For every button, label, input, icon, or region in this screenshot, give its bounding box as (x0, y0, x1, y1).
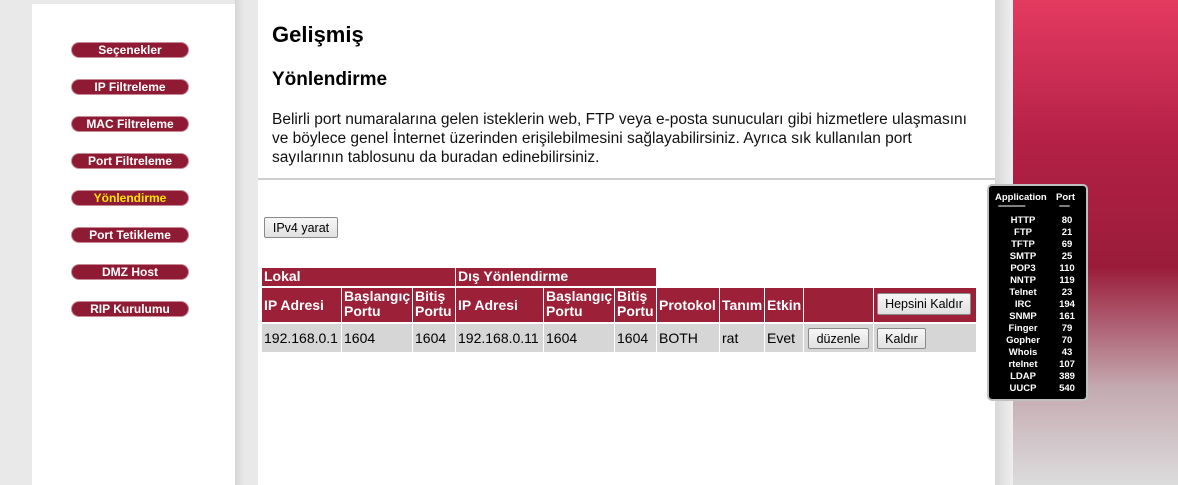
port-ref-row: Finger 79 (989, 323, 1086, 335)
port-ref-row: UUCP 540 (989, 383, 1086, 395)
nav-port-filtreleme[interactable]: Port Filtreleme (72, 154, 188, 168)
port-ref-port: 23 (1061, 287, 1073, 298)
nav-dmz-host[interactable]: DMZ Host (72, 265, 188, 279)
port-ref-row: POP3 110 (989, 263, 1086, 275)
port-ref-port: 194 (1059, 299, 1075, 310)
port-ref-dash-app: ---------------- (998, 201, 1026, 210)
port-ref-port: 540 (1059, 383, 1075, 394)
col-header-description: Tanım (720, 288, 764, 322)
col-header-external-start-port: Başlangıç Portu (544, 288, 614, 322)
nav-port-tetikleme[interactable]: Port Tetikleme (72, 228, 188, 242)
col-header-edit (804, 288, 873, 322)
port-ref-row: FTP 21 (989, 227, 1086, 239)
section-description: Belirli port numaralarına gelen istekler… (272, 111, 967, 166)
port-ref-row: Gopher 70 (989, 335, 1086, 347)
left-nav-panel (32, 4, 235, 485)
port-ref-app: SMTP (1009, 251, 1037, 262)
col-header-external-end-port: Bitiş Portu (615, 288, 656, 322)
remove-button[interactable]: Kaldır (877, 328, 926, 349)
nav-rip-kurulumu[interactable]: RIP Kurulumu (72, 302, 188, 316)
port-ref-row: SMTP 25 (989, 251, 1086, 263)
port-ref-port: 110 (1059, 263, 1075, 274)
port-ref-row: NNTP 119 (989, 275, 1086, 287)
row-external-end-port: 1604 (615, 324, 656, 352)
col-header-end-port: Bitiş Portu (413, 288, 455, 322)
nav-ip-filtreleme[interactable]: IP Filtreleme (72, 80, 188, 94)
group-header-local: Lokal (262, 268, 455, 286)
col-header-start-port: Başlangıç Portu (342, 288, 412, 322)
port-ref-port: 79 (1061, 323, 1073, 334)
row-external-start-port: 1604 (544, 324, 614, 352)
row-start-port: 1604 (342, 324, 412, 352)
remove-all-button[interactable]: Hepsini Kaldır (877, 293, 971, 315)
port-ref-port: 107 (1059, 359, 1075, 370)
ipv4-create-button[interactable]: IPv4 yarat (264, 217, 338, 238)
port-ref-port: 119 (1059, 275, 1075, 286)
port-ref-app: FTP (1014, 227, 1032, 238)
nav-secenekler[interactable]: Seçenekler (72, 43, 188, 57)
port-ref-row: Telnet 23 (989, 287, 1086, 299)
port-ref-app: Whois (1008, 347, 1038, 358)
edit-button[interactable]: düzenle (808, 328, 869, 349)
port-ref-port: 80 (1061, 215, 1073, 226)
group-header-external: Dış Yönlendirme (456, 268, 656, 286)
port-ref-app: IRC (1014, 299, 1032, 310)
col-header-protocol: Protokol (657, 288, 719, 322)
port-ref-app: Finger (1008, 323, 1038, 334)
port-ref-row: HTTP 80 (989, 215, 1086, 227)
port-ref-app: Telnet (1009, 287, 1037, 298)
port-ref-port: 389 (1059, 371, 1075, 382)
port-reference-box: Application Port ---------------- ------… (987, 184, 1088, 401)
row-description: rat (720, 324, 764, 352)
nav-yonlendirme[interactable]: Yönlendirme (72, 191, 188, 205)
port-ref-dash-port: ------ (1059, 201, 1070, 210)
page-title: Gelişmiş (272, 22, 364, 47)
port-ref-app: rtelnet (1008, 359, 1038, 370)
port-ref-row: TFTP 69 (989, 239, 1086, 251)
port-ref-port: 21 (1061, 227, 1073, 238)
nav-mac-filtreleme[interactable]: MAC Filtreleme (72, 117, 188, 131)
port-ref-port: 70 (1061, 335, 1073, 346)
col-header-external-ip: IP Adresi (456, 288, 543, 322)
port-ref-row: Whois 43 (989, 347, 1086, 359)
left-panel-shadow (235, 0, 245, 485)
port-ref-port: 161 (1059, 311, 1075, 322)
port-ref-row: rtelnet 107 (989, 359, 1086, 371)
col-header-enabled: Etkin (765, 288, 803, 322)
port-ref-app: Gopher (1006, 335, 1040, 346)
port-ref-row: IRC 194 (989, 299, 1086, 311)
port-ref-app: TFTP (1011, 239, 1035, 250)
row-enabled: Evet (765, 324, 803, 352)
port-ref-port: 43 (1061, 347, 1073, 358)
port-ref-row: LDAP 389 (989, 371, 1086, 383)
port-ref-port: 69 (1061, 239, 1073, 250)
port-ref-app: HTTP (1010, 215, 1036, 226)
port-ref-app: UUCP (1009, 383, 1037, 394)
row-ip: 192.168.0.1 (262, 324, 341, 352)
row-external-ip: 192.168.0.11 (456, 324, 543, 352)
port-ref-app: POP3 (1010, 263, 1036, 274)
port-ref-app: NNTP (1010, 275, 1036, 286)
content-divider (258, 178, 995, 180)
row-end-port: 1604 (413, 324, 455, 352)
section-title: Yönlendirme (272, 69, 388, 90)
port-ref-app: SNMP (1009, 311, 1037, 322)
port-ref-row: SNMP 161 (989, 311, 1086, 323)
row-protocol: BOTH (657, 324, 719, 352)
col-header-ip: IP Adresi (262, 288, 341, 322)
port-ref-app: LDAP (1010, 371, 1036, 382)
port-ref-port: 25 (1061, 251, 1073, 262)
